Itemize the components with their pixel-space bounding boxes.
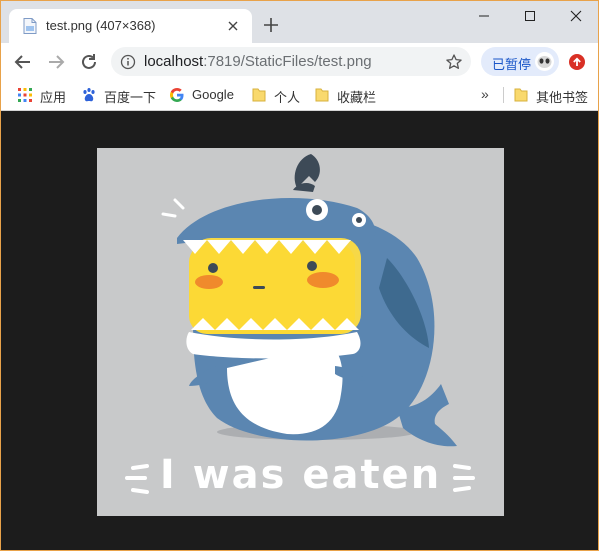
close-tab-icon[interactable] bbox=[226, 19, 240, 33]
avatar bbox=[535, 52, 554, 71]
folder-icon bbox=[513, 87, 529, 103]
bookmark-label: 应用 bbox=[40, 90, 67, 105]
divider bbox=[503, 87, 504, 103]
image-caption: I was eaten bbox=[159, 452, 442, 498]
url-host: localhost bbox=[144, 53, 204, 70]
folder-icon bbox=[251, 87, 267, 103]
maximize-button[interactable] bbox=[507, 8, 553, 26]
bookmark-label: 百度一下 bbox=[104, 90, 157, 105]
update-icon[interactable] bbox=[568, 53, 586, 71]
bookmark-label: 收藏栏 bbox=[337, 90, 377, 105]
apps-grid-icon bbox=[17, 87, 33, 103]
paused-label: 已暂停 bbox=[492, 57, 532, 72]
bookmark-label: Google bbox=[192, 87, 234, 102]
bookmark-star-icon[interactable] bbox=[445, 53, 463, 71]
minimize-button[interactable] bbox=[461, 8, 507, 26]
forward-button[interactable] bbox=[45, 51, 67, 73]
displayed-image[interactable]: I was eaten bbox=[97, 148, 504, 516]
new-tab-icon[interactable] bbox=[263, 17, 279, 33]
image-file-icon bbox=[23, 18, 37, 34]
toolbar: localhost:7819/StaticFiles/test.png 已暂停 bbox=[1, 43, 598, 80]
chevron-double-right-icon[interactable]: » bbox=[481, 86, 495, 102]
bookmark-label: 个人 bbox=[274, 90, 301, 105]
reload-button[interactable] bbox=[78, 51, 100, 73]
profile-paused-button[interactable]: 已暂停 bbox=[481, 47, 559, 76]
close-window-button[interactable] bbox=[553, 8, 598, 26]
bookmarks-bar: 应用 百度一下 Google 个人 收藏栏 » 其他书签 bbox=[1, 80, 598, 111]
page-viewport: I was eaten bbox=[1, 111, 598, 550]
browser-window: test.png (407×368) localhost:7819/Static… bbox=[0, 0, 599, 551]
back-button[interactable] bbox=[12, 51, 34, 73]
url-text[interactable]: localhost:7819/StaticFiles/test.png bbox=[144, 53, 372, 70]
baidu-paw-icon bbox=[81, 87, 97, 103]
site-info-icon[interactable] bbox=[120, 54, 136, 70]
google-g-icon bbox=[169, 87, 185, 103]
url-path: :7819/StaticFiles/test.png bbox=[203, 53, 372, 70]
address-bar[interactable]: localhost:7819/StaticFiles/test.png bbox=[111, 47, 471, 76]
tab-active[interactable]: test.png (407×368) bbox=[9, 9, 252, 43]
tab-strip: test.png (407×368) bbox=[1, 1, 598, 43]
tab-title: test.png (407×368) bbox=[46, 18, 156, 33]
folder-icon bbox=[314, 87, 330, 103]
bookmark-label: 其他书签 bbox=[536, 90, 589, 105]
